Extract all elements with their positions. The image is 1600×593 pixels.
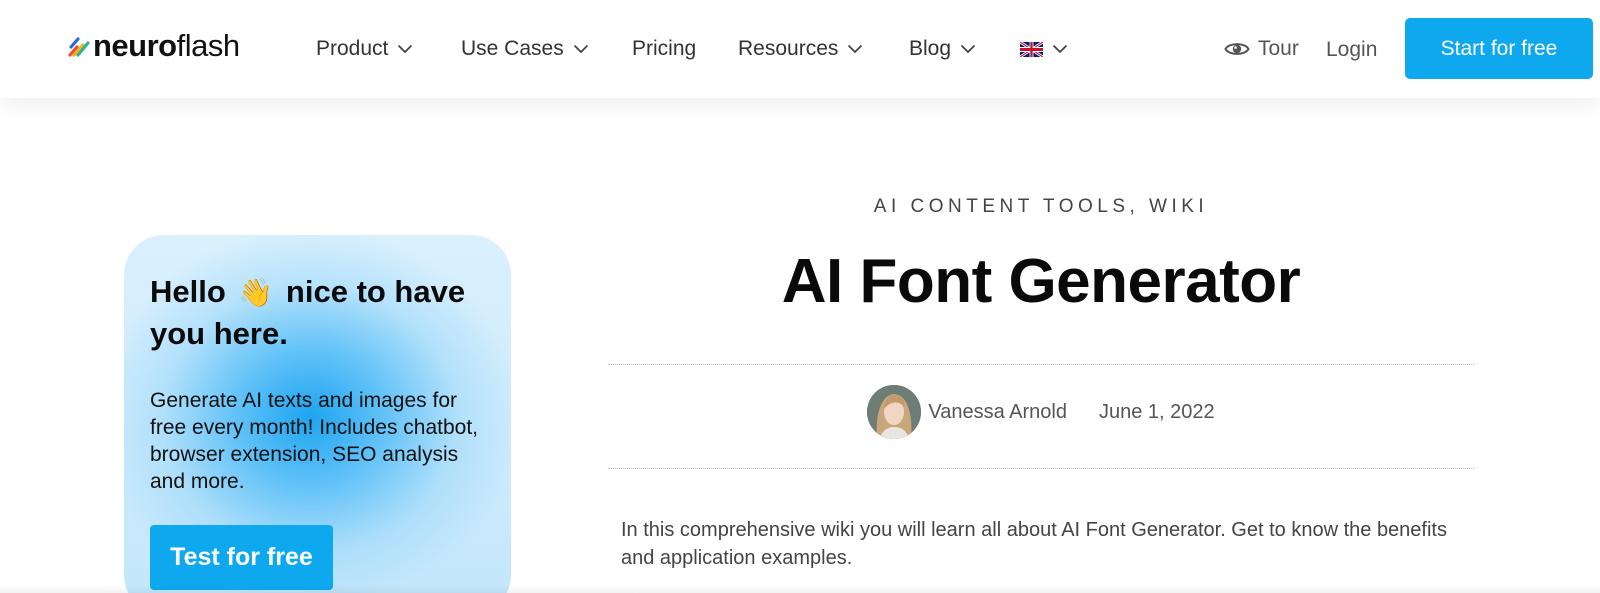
chevron-down-icon [1052,44,1068,54]
logo-light-part: flash [176,28,240,63]
uk-flag-icon [1020,41,1043,57]
logo-mark-icon [68,37,90,57]
article-meta: Vanessa Arnold June 1, 2022 [608,384,1474,440]
promo-title-hello: Hello [150,274,226,309]
article-title: AI Font Generator [781,247,1301,316]
brand-logo[interactable]: neuroflash [68,26,240,66]
login-link[interactable]: Login [1326,34,1377,66]
nav-item-label: Product [316,37,389,60]
site-header: neuroflash Product Use Cases Pricing Res… [0,0,1600,98]
promo-card: Hello 👋 nice to have you here. Generate … [124,235,511,593]
bottom-edge-shadow [0,585,1600,593]
nav-item-label: Resources [738,37,839,60]
article-intro: In this comprehensive wiki you will lear… [621,519,1447,569]
nav-item-label: Use Cases [461,37,564,60]
article-categories[interactable]: AI CONTENT TOOLS, WIKI [608,196,1474,218]
chevron-down-icon [960,44,976,54]
chevron-down-icon [573,44,588,54]
nav-item-blog[interactable]: Blog [909,34,976,64]
promo-card-title: Hello 👋 nice to have you here. [150,271,495,354]
nav-item-label: Pricing [632,37,697,60]
test-for-free-button[interactable]: Test for free [150,525,333,590]
chevron-down-icon [398,44,413,54]
divider [608,468,1474,469]
start-for-free-button[interactable]: Start for free [1405,18,1593,79]
waving-hand-icon: 👋 [238,277,274,308]
promo-card-text: Generate AI texts and images for free ev… [150,389,479,493]
logo-wordmark: neuroflash [93,28,240,64]
divider [608,364,1474,365]
author-photo-icon [867,385,922,439]
publish-date: June 1, 2022 [1098,400,1215,423]
eye-icon [1224,43,1250,55]
nav-item-pricing[interactable]: Pricing [632,34,696,64]
tour-link[interactable]: Tour [1224,34,1299,64]
logo-bold-part: neuro [93,28,177,63]
author-name[interactable]: Vanessa Arnold [928,401,1067,424]
nav-item-resources[interactable]: Resources [738,34,863,64]
chevron-down-icon [848,44,863,54]
tour-label: Tour [1258,37,1299,60]
author-avatar[interactable] [867,385,922,439]
language-switcher[interactable] [1020,34,1068,64]
nav-item-use-cases[interactable]: Use Cases [461,34,589,64]
nav-item-product[interactable]: Product [316,34,413,64]
nav-item-label: Blog [909,37,952,60]
